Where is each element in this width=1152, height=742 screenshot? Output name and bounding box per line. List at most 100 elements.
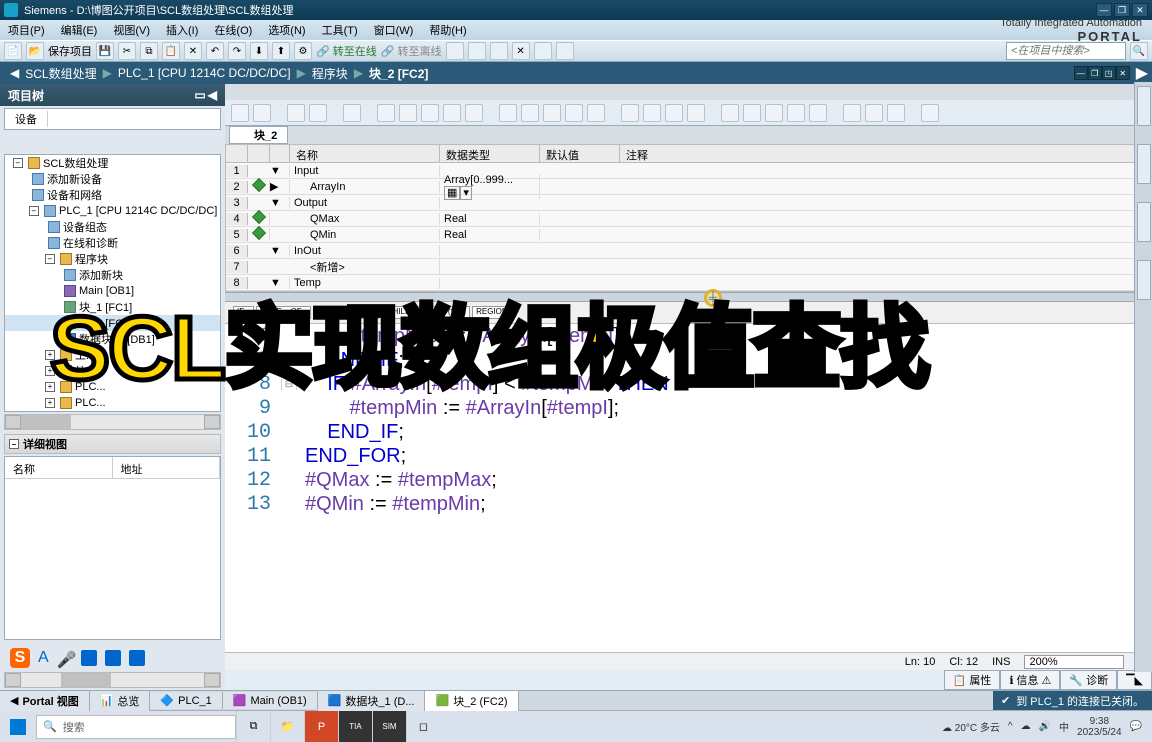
tab-fc2[interactable]: 🟩块_2 (FC2): [425, 691, 518, 711]
tree-node[interactable]: 块_1 [FC1]: [5, 299, 220, 315]
system-tray[interactable]: ☁ 20°C 多云 ^ ☁ 🔊 中 9:382023/5/24 💬: [932, 716, 1152, 738]
etb-21[interactable]: [743, 104, 761, 122]
tool-2-icon[interactable]: [468, 42, 486, 60]
collapse-icon[interactable]: ▭: [194, 88, 205, 102]
etb-13[interactable]: [543, 104, 561, 122]
rail-4[interactable]: [1137, 260, 1151, 300]
ime-tool-icon[interactable]: [129, 650, 145, 666]
tab-db1[interactable]: 🟦数据块_1 (D...: [318, 691, 426, 711]
code-editor[interactable]: 6 #tempMax := #ArrayIn[#tempI];7 END_IF;…: [225, 324, 1152, 652]
etb-3[interactable]: [287, 104, 305, 122]
tab-main[interactable]: 🟪Main (OB1): [223, 692, 318, 709]
etb-2[interactable]: [253, 104, 271, 122]
menu-online[interactable]: 在线(O): [206, 22, 260, 38]
menu-tools[interactable]: 工具(T): [314, 22, 366, 38]
var-row[interactable]: 7<新增>: [226, 259, 1151, 275]
tree-node[interactable]: +工...: [5, 347, 220, 363]
zoom-select[interactable]: 200%: [1024, 655, 1124, 669]
kw-region[interactable]: REGION: [472, 306, 512, 319]
menu-project[interactable]: 项目(P): [0, 22, 53, 38]
etb-7[interactable]: [399, 104, 417, 122]
save-icon[interactable]: 💾: [96, 42, 114, 60]
pin-icon[interactable]: ◀: [208, 88, 217, 102]
var-row[interactable]: 5QMinReal: [226, 227, 1151, 243]
etb-10[interactable]: [465, 104, 483, 122]
kw-if[interactable]: IF...: [233, 306, 254, 319]
go-offline-button[interactable]: 🔗 转至离线: [381, 43, 442, 59]
etb-18[interactable]: [665, 104, 683, 122]
kw-case[interactable]: CASE... OF...: [256, 306, 312, 319]
tree-node[interactable]: +PLC...: [5, 395, 220, 411]
go-online-button[interactable]: 🔗 转至在线: [316, 43, 377, 59]
tree-node[interactable]: 块_2 [FC2]: [5, 315, 220, 331]
prop-tab-diag[interactable]: 🔧诊断: [1060, 670, 1117, 690]
tree-hscroll[interactable]: [4, 414, 221, 430]
bc-arrow-left-icon[interactable]: ◀: [10, 66, 19, 80]
bc-arrow-right-icon[interactable]: ▶: [1136, 63, 1148, 83]
kw-while[interactable]: WHILE... DO...: [381, 306, 442, 319]
tree-node[interactable]: 添加新设备: [5, 171, 220, 187]
paste-icon[interactable]: 📋: [162, 42, 180, 60]
copy-icon[interactable]: ⧉: [140, 42, 158, 60]
sidebar-hscroll[interactable]: [4, 672, 221, 688]
tool-5-icon[interactable]: [534, 42, 552, 60]
editor-close-icon[interactable]: ✕: [1116, 66, 1130, 80]
tool-3-icon[interactable]: [490, 42, 508, 60]
etb-14[interactable]: [565, 104, 583, 122]
tree-node[interactable]: 在线和诊断: [5, 235, 220, 251]
start-button[interactable]: [0, 711, 36, 742]
etb-23[interactable]: [787, 104, 805, 122]
etb-11[interactable]: [499, 104, 517, 122]
sim-icon[interactable]: SIM: [372, 711, 406, 742]
project-tree[interactable]: –SCL数组处理添加新设备设备和网络–PLC_1 [CPU 1214C DC/D…: [4, 154, 221, 412]
sogou-logo-icon[interactable]: S: [10, 648, 30, 668]
new-project-icon[interactable]: 📄: [4, 42, 22, 60]
etb-25[interactable]: [843, 104, 861, 122]
weather-widget[interactable]: ☁ 20°C 多云: [942, 719, 1000, 734]
etb-16[interactable]: [621, 104, 639, 122]
cut-icon[interactable]: ✂: [118, 42, 136, 60]
prop-tab-info[interactable]: ℹ信息 ⚠: [1000, 670, 1060, 690]
tray-up-icon[interactable]: ^: [1008, 721, 1013, 732]
tool-4-icon[interactable]: ✕: [512, 42, 530, 60]
tree-node[interactable]: +外...: [5, 363, 220, 379]
tab-overview[interactable]: 📊总览: [90, 691, 151, 711]
tree-node[interactable]: –SCL数组处理: [5, 155, 220, 171]
minimize-button[interactable]: —: [1096, 3, 1112, 17]
etb-27[interactable]: [887, 104, 905, 122]
menu-window[interactable]: 窗口(W): [366, 22, 422, 38]
ime-icon[interactable]: 中: [1059, 719, 1069, 734]
tree-node[interactable]: 添加新块: [5, 267, 220, 283]
var-row[interactable]: 3▼Output: [226, 195, 1151, 211]
devices-tab[interactable]: 设备: [4, 108, 221, 130]
var-row[interactable]: 4QMaxReal: [226, 211, 1151, 227]
taskbar-search[interactable]: 🔍 搜索: [36, 715, 236, 739]
tia-icon[interactable]: TIA: [338, 711, 372, 742]
tool-1-icon[interactable]: [446, 42, 464, 60]
var-row[interactable]: 2▶ArrayInArray[0..999... ▦▾: [226, 179, 1151, 195]
tree-node[interactable]: –PLC_1 [CPU 1214C DC/DC/DC]: [5, 203, 220, 219]
undo-icon[interactable]: ↶: [206, 42, 224, 60]
upload-icon[interactable]: ⬆: [272, 42, 290, 60]
wifi-icon[interactable]: 🔊: [1039, 721, 1051, 732]
kw-for[interactable]: FOR... TO DO...: [313, 306, 379, 319]
etb-9[interactable]: [443, 104, 461, 122]
etb-19[interactable]: [687, 104, 705, 122]
notif-icon[interactable]: 💬: [1130, 721, 1142, 732]
etb-15[interactable]: [587, 104, 605, 122]
ime-lang[interactable]: A: [38, 649, 49, 667]
compile-icon[interactable]: ⚙: [294, 42, 312, 60]
detail-view-header[interactable]: –详细视图: [4, 434, 221, 454]
splitter[interactable]: ╪: [225, 292, 1152, 302]
tab-plc1[interactable]: 🔷PLC_1: [150, 692, 222, 709]
portal-view-button[interactable]: ◀ Portal 视图: [0, 691, 90, 711]
download-icon[interactable]: ⬇: [250, 42, 268, 60]
prop-tab-properties[interactable]: 📋属性: [944, 670, 1001, 690]
rail-1[interactable]: [1137, 86, 1151, 126]
ime-voice-icon[interactable]: 🎤: [57, 650, 73, 666]
search-go-icon[interactable]: 🔍: [1130, 42, 1148, 60]
editor-float-icon[interactable]: ◳: [1102, 66, 1116, 80]
delete-icon[interactable]: ✕: [184, 42, 202, 60]
variable-table[interactable]: 名称 数据类型 默认值 注释 1▼Input2▶ArrayInArray[0..…: [225, 144, 1152, 292]
cloud-icon[interactable]: ☁: [1021, 721, 1031, 732]
